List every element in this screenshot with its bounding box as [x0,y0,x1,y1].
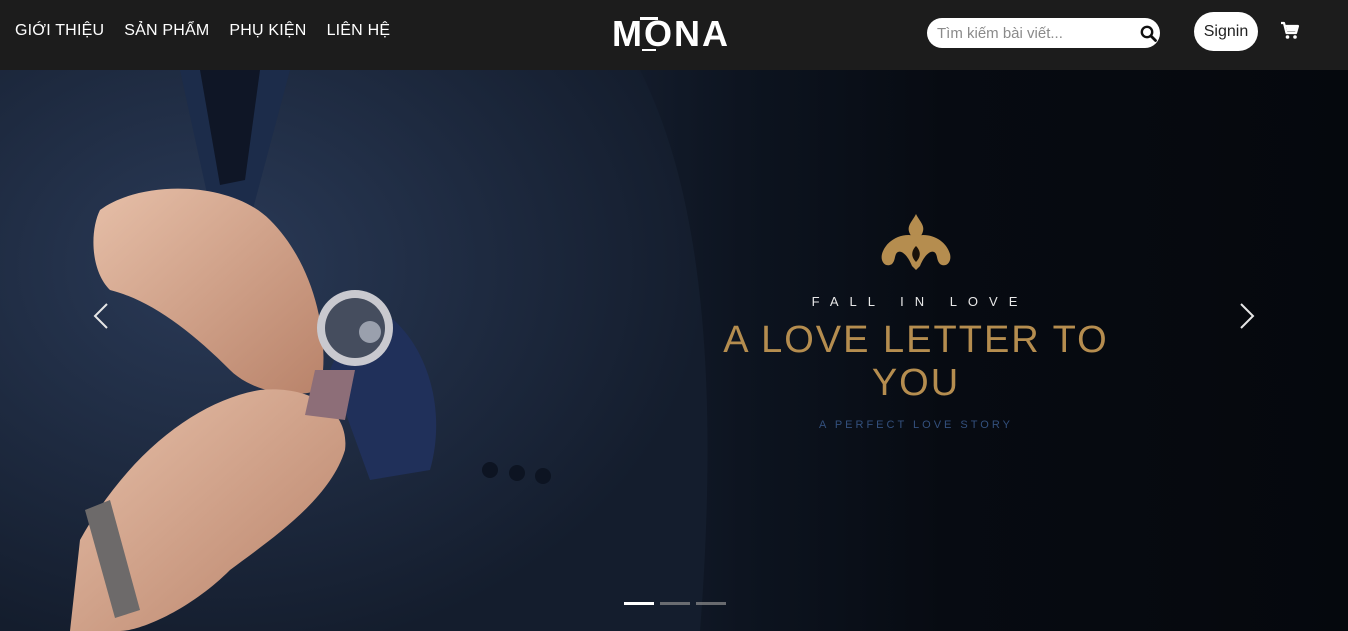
chevron-left-icon[interactable] [86,296,116,336]
carousel-indicators [624,602,726,605]
logo-macron [640,17,658,20]
hero-title: A LOVE LETTER TO YOU [723,319,1109,404]
logo[interactable]: MONA [612,14,730,54]
logo-underline [642,49,656,51]
ornament-icon [881,214,951,270]
nav-link-san-pham[interactable]: SẢN PHẨM [124,22,209,40]
hero-small-text: FALL IN LOVE [811,294,1029,309]
carousel-indicator[interactable] [624,602,654,605]
nav-link-lien-he[interactable]: LIÊN HỆ [327,22,391,40]
search-icon[interactable] [1136,18,1160,48]
nav-link-phu-kien[interactable]: PHỤ KIỆN [229,22,306,40]
hero-subtitle: A PERFECT LOVE STORY [819,419,1013,431]
cart-icon[interactable] [1280,20,1300,42]
search-input[interactable] [927,24,1136,42]
signin-button[interactable]: Signin [1194,12,1258,51]
carousel-indicator[interactable] [660,602,690,605]
carousel-indicator[interactable] [696,602,726,605]
nav-links: GIỚI THIỆU SẢN PHẨM PHỤ KIỆN LIÊN HỆ [15,22,390,40]
nav-link-gioi-thieu[interactable]: GIỚI THIỆU [15,22,104,40]
hero-carousel: FALL IN LOVE A LOVE LETTER TO YOU A PERF… [0,70,1348,631]
navbar: GIỚI THIỆU SẢN PHẨM PHỤ KIỆN LIÊN HỆ MON… [0,0,1348,70]
search-bar [927,18,1160,48]
chevron-right-icon[interactable] [1232,296,1262,336]
logo-text: MONA [612,13,730,54]
hero-caption: FALL IN LOVE A LOVE LETTER TO YOU A PERF… [686,210,1146,431]
